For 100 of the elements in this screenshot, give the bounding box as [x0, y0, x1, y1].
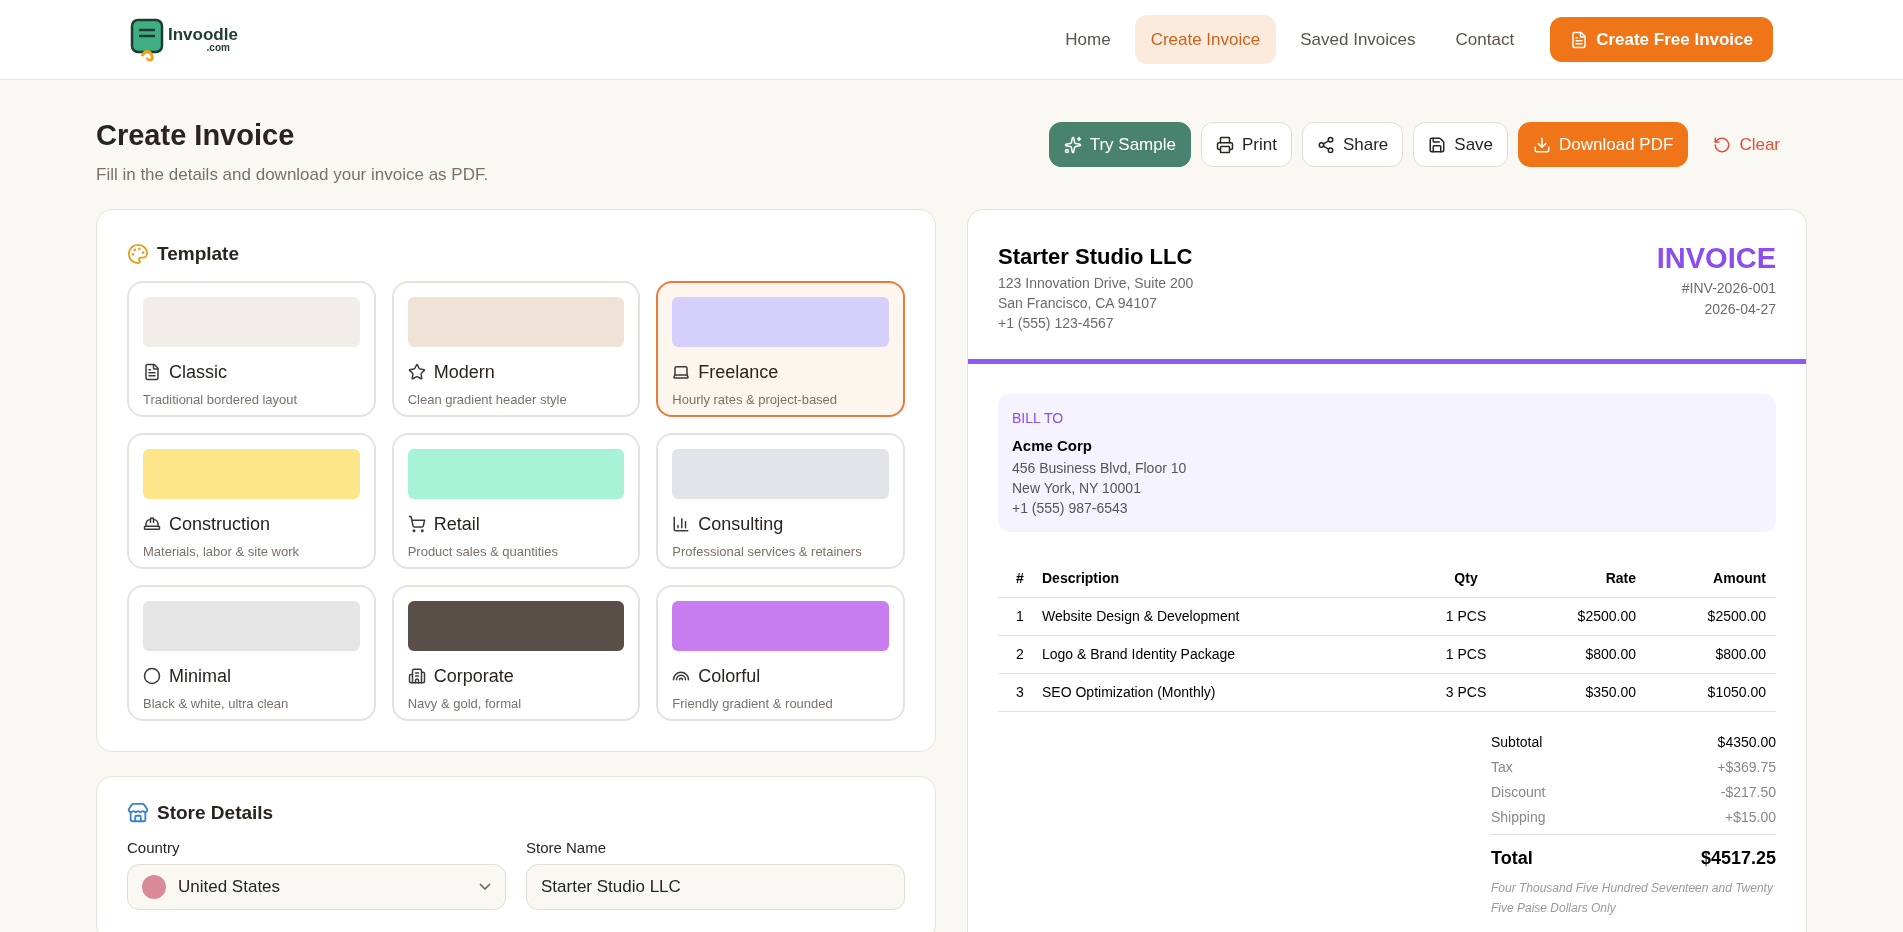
template-option[interactable]: Freelance Hourly rates & project-based: [656, 280, 905, 417]
template-option[interactable]: Minimal Black & white, ultra clean: [127, 584, 376, 721]
total-label: Subtotal: [1491, 732, 1543, 752]
circle-icon: [143, 667, 161, 685]
palette-icon: [127, 243, 149, 266]
template-name: Freelance: [698, 360, 779, 384]
document-icon: [143, 363, 161, 381]
template-option[interactable]: Retail Product sales & quantities: [391, 432, 641, 569]
template-name: Consulting: [698, 512, 784, 536]
print-button[interactable]: Print: [1200, 122, 1292, 167]
template-description: Professional services & retainers: [672, 542, 863, 561]
table-cell: Logo & Brand Identity Package: [1042, 635, 1416, 673]
client-name: Acme Corp: [1012, 436, 1094, 456]
building-icon: [407, 667, 426, 685]
template-description: Clean gradient header style: [407, 390, 568, 409]
company-address-line: +1 (555) 123-4567: [998, 314, 1115, 333]
total-label: Discount: [1491, 782, 1546, 802]
company-address-line: 123 Innovation Drive, Suite 200: [998, 274, 1194, 293]
clear-button[interactable]: Clear: [1698, 122, 1795, 167]
document-icon: [1570, 30, 1589, 49]
table-cell: $350.00: [1516, 673, 1646, 711]
store-name-input[interactable]: Starter Studio LLC: [526, 863, 905, 910]
table-cell: 3 PCS: [1416, 673, 1516, 711]
client-address-line: 456 Business Blvd, Floor 10: [1012, 458, 1188, 478]
laptop-icon: [672, 363, 691, 381]
logo-icon: [130, 17, 164, 62]
print-icon: [1215, 135, 1234, 154]
total-value: $4350.00: [1717, 732, 1776, 752]
table-cell: Website Design & Development: [1042, 597, 1416, 635]
cart-icon: [407, 515, 426, 533]
total-label: Tax: [1491, 757, 1513, 777]
total-label: Shipping: [1491, 807, 1546, 827]
share-button[interactable]: Share: [1301, 122, 1404, 167]
nav-link[interactable]: Contact: [1439, 14, 1531, 65]
nav-link[interactable]: Saved Invoices: [1284, 14, 1432, 65]
column-header: #: [998, 559, 1042, 597]
nav-link[interactable]: Create Invoice: [1134, 14, 1277, 65]
template-name: Minimal: [169, 664, 231, 688]
amount-in-words: Four Thousand Five Hundred Seventeen and Twenty Five Paise Dollars Only: [1491, 879, 1775, 917]
chevron-down-icon: [479, 883, 491, 890]
nav-link[interactable]: Home: [1049, 14, 1127, 65]
share-icon: [1316, 135, 1335, 154]
table-cell: 1 PCS: [1416, 597, 1516, 635]
template-option[interactable]: Colorful Friendly gradient & rounded: [656, 584, 905, 721]
template-name: Construction: [169, 512, 271, 536]
table-cell: 1 PCS: [1416, 635, 1516, 673]
sample-icon: [1063, 135, 1082, 154]
template-name: Retail: [433, 512, 480, 536]
total-value: -$217.50: [1720, 782, 1776, 802]
bill-to-label: BILL TO: [1012, 409, 1065, 428]
save-button[interactable]: Save: [1413, 122, 1509, 167]
template-name: Corporate: [433, 664, 514, 688]
client-address-line: +1 (555) 987-6543: [1012, 498, 1129, 518]
company-name: Starter Studio LLC: [998, 243, 1194, 271]
grand-total-value: $4517.25: [1700, 846, 1776, 870]
template-description: Traditional bordered layout: [143, 390, 299, 409]
column-header: Amount: [1646, 559, 1776, 597]
client-address-line: New York, NY 10001: [1012, 478, 1142, 498]
helmet-icon: [143, 515, 161, 533]
country-select[interactable]: United States: [127, 863, 506, 910]
template-option[interactable]: Modern Clean gradient header style: [391, 280, 641, 417]
table-cell: $2500.00: [1516, 597, 1646, 635]
template-description: Friendly gradient & rounded: [672, 694, 834, 713]
save-icon: [1428, 135, 1447, 154]
template-description: Black & white, ultra clean: [143, 694, 290, 713]
table-cell: $800.00: [1646, 635, 1776, 673]
template-name: Modern: [433, 360, 495, 384]
total-value: +$369.75: [1717, 757, 1776, 777]
template-name: Colorful: [698, 664, 761, 688]
field-label: Store Name: [526, 838, 608, 858]
template-option[interactable]: Corporate Navy & gold, formal: [391, 584, 641, 721]
brand-suffix: .com: [206, 43, 230, 53]
template-name: Classic: [169, 360, 227, 384]
download-icon: [1533, 135, 1552, 154]
clear-icon: [1713, 135, 1732, 154]
column-header: Qty: [1416, 559, 1516, 597]
grand-total-label: Total: [1491, 846, 1533, 870]
brand-name[interactable]: Invoodle: [168, 26, 238, 43]
section-title: Store Details: [157, 800, 274, 825]
field-label: Country: [127, 838, 181, 858]
invoice-number: #INV-2026-001: [1680, 279, 1776, 298]
bar-chart-icon: [672, 515, 691, 533]
column-header: Rate: [1516, 559, 1646, 597]
template-description: Hourly rates & project-based: [672, 390, 839, 409]
section-title: Template: [157, 242, 239, 266]
total-value: +$15.00: [1725, 807, 1776, 827]
table-cell: 1: [998, 597, 1042, 635]
template-option[interactable]: Consulting Professional services & retainers: [656, 432, 905, 569]
table-cell: 2: [998, 635, 1042, 673]
page-subtitle: Fill in the details and download your invoice as PDF.: [96, 163, 489, 186]
table-cell: $2500.00: [1646, 597, 1776, 635]
template-option[interactable]: Construction Materials, labor & site work: [127, 432, 376, 569]
invoice-date: 2026-04-27: [1703, 300, 1776, 319]
template-option[interactable]: Classic Traditional bordered layout: [127, 280, 376, 417]
column-header: Description: [1042, 559, 1416, 597]
template-description: Navy & gold, formal: [407, 694, 523, 713]
table-cell: $800.00: [1516, 635, 1646, 673]
sample-button[interactable]: Try Sample: [1048, 122, 1191, 167]
table-cell: 3: [998, 673, 1042, 711]
table-cell: $1050.00: [1646, 673, 1776, 711]
